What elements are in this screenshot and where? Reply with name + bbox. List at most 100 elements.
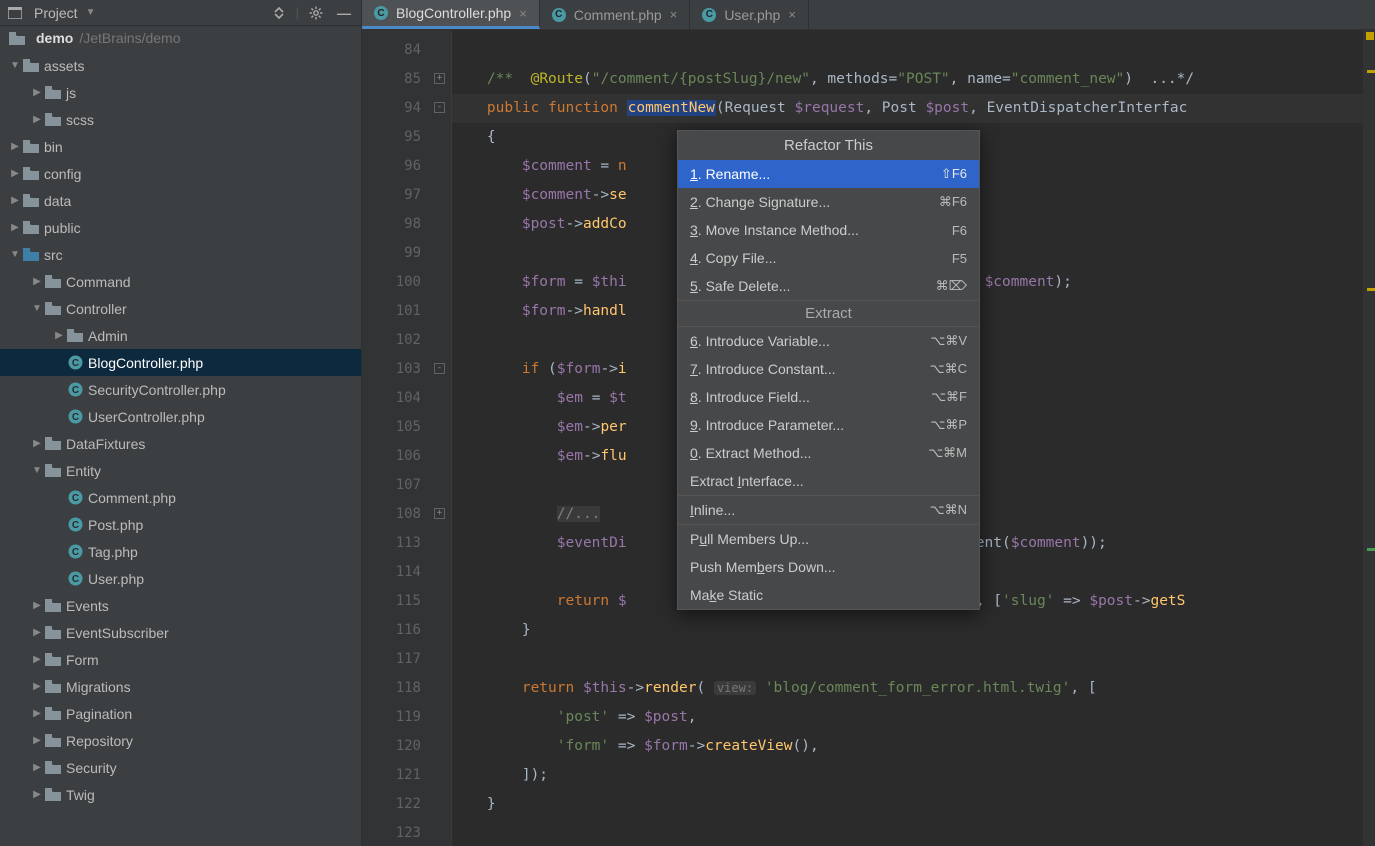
- popup-item[interactable]: 3. Move Instance Method...F6: [678, 216, 979, 244]
- tree-folder[interactable]: Form: [0, 646, 361, 673]
- gutter-line[interactable]: 102: [362, 326, 451, 355]
- gutter-line[interactable]: 101: [362, 297, 451, 326]
- gutter-line[interactable]: 123: [362, 819, 451, 846]
- gutter-line[interactable]: 108+: [362, 500, 451, 529]
- tree-folder[interactable]: data: [0, 187, 361, 214]
- project-tree[interactable]: assetsjsscssbinconfigdatapublicsrcComman…: [0, 50, 361, 846]
- tree-file[interactable]: CComment.php: [0, 484, 361, 511]
- tree-arrow-icon[interactable]: [52, 330, 66, 341]
- tree-arrow-icon[interactable]: [30, 762, 44, 773]
- popup-item[interactable]: 9. Introduce Parameter...⌥⌘P: [678, 411, 979, 439]
- tree-arrow-icon[interactable]: [8, 60, 22, 71]
- tree-arrow-icon[interactable]: [30, 87, 44, 98]
- fold-icon[interactable]: [434, 653, 445, 664]
- tree-arrow-icon[interactable]: [30, 600, 44, 611]
- gutter-line[interactable]: 96: [362, 152, 451, 181]
- strip-mark[interactable]: [1367, 70, 1375, 73]
- code-editor[interactable]: 8485+94-9596979899100101102103-104105106…: [362, 30, 1375, 846]
- popup-item[interactable]: 7. Introduce Constant...⌥⌘C: [678, 355, 979, 383]
- fold-icon[interactable]: +: [434, 73, 445, 84]
- gutter-line[interactable]: 116: [362, 616, 451, 645]
- gutter-line[interactable]: 113: [362, 529, 451, 558]
- editor-tab[interactable]: CBlogController.php×: [362, 0, 540, 29]
- tree-file[interactable]: CUser.php: [0, 565, 361, 592]
- gutter-line[interactable]: 104: [362, 384, 451, 413]
- tree-folder[interactable]: EventSubscriber: [0, 619, 361, 646]
- gutter-line[interactable]: 94-: [362, 94, 451, 123]
- popup-item[interactable]: Inline...⌥⌘N: [678, 496, 979, 524]
- popup-item[interactable]: Push Members Down...: [678, 553, 979, 581]
- popup-item[interactable]: 6. Introduce Variable...⌥⌘V: [678, 327, 979, 355]
- project-panel-title[interactable]: Project: [34, 5, 78, 21]
- fold-icon[interactable]: -: [434, 363, 445, 374]
- gutter-line[interactable]: 120: [362, 732, 451, 761]
- error-strip[interactable]: [1363, 30, 1375, 846]
- tree-file[interactable]: CBlogController.php: [0, 349, 361, 376]
- gutter-line[interactable]: 118: [362, 674, 451, 703]
- fold-icon[interactable]: [434, 682, 445, 693]
- code-line[interactable]: 'form' => $form->createView(),: [452, 732, 1363, 761]
- gutter-line[interactable]: 122: [362, 790, 451, 819]
- tree-folder[interactable]: js: [0, 79, 361, 106]
- popup-item[interactable]: 4. Copy File...F5: [678, 244, 979, 272]
- close-icon[interactable]: ×: [519, 6, 527, 21]
- tree-folder[interactable]: Admin: [0, 322, 361, 349]
- code-line[interactable]: ]);: [452, 761, 1363, 790]
- tree-arrow-icon[interactable]: [30, 681, 44, 692]
- gutter-line[interactable]: 119: [362, 703, 451, 732]
- code-line[interactable]: }: [452, 616, 1363, 645]
- tree-arrow-icon[interactable]: [8, 249, 22, 260]
- gutter-line[interactable]: 106: [362, 442, 451, 471]
- popup-item[interactable]: Extract Interface...: [678, 467, 979, 495]
- tree-folder[interactable]: scss: [0, 106, 361, 133]
- gutter-line[interactable]: 97: [362, 181, 451, 210]
- popup-item[interactable]: 5. Safe Delete...⌘⌦: [678, 272, 979, 300]
- gutter-line[interactable]: 114: [362, 558, 451, 587]
- editor-gutter[interactable]: 8485+94-9596979899100101102103-104105106…: [362, 30, 452, 846]
- tree-arrow-icon[interactable]: [8, 195, 22, 206]
- gutter-line[interactable]: 85+: [362, 65, 451, 94]
- close-icon[interactable]: ×: [788, 7, 796, 22]
- code-line[interactable]: [452, 819, 1363, 846]
- popup-item[interactable]: Make Static: [678, 581, 979, 609]
- code-line[interactable]: [452, 645, 1363, 674]
- tree-folder[interactable]: Command: [0, 268, 361, 295]
- popup-item[interactable]: Pull Members Up...: [678, 525, 979, 553]
- gutter-line[interactable]: 95: [362, 123, 451, 152]
- expand-all-icon[interactable]: [268, 6, 290, 20]
- gutter-line[interactable]: 84: [362, 36, 451, 65]
- strip-mark[interactable]: [1367, 548, 1375, 551]
- gutter-line[interactable]: 115: [362, 587, 451, 616]
- tree-arrow-icon[interactable]: [8, 168, 22, 179]
- gutter-line[interactable]: 105: [362, 413, 451, 442]
- tree-folder[interactable]: Security: [0, 754, 361, 781]
- gutter-line[interactable]: 117: [362, 645, 451, 674]
- popup-item[interactable]: 2. Change Signature...⌘F6: [678, 188, 979, 216]
- gear-icon[interactable]: [305, 6, 327, 20]
- gutter-line[interactable]: 107: [362, 471, 451, 500]
- editor-tab[interactable]: CUser.php×: [690, 0, 809, 29]
- tree-arrow-icon[interactable]: [30, 735, 44, 746]
- gutter-line[interactable]: 99: [362, 239, 451, 268]
- minimize-icon[interactable]: —: [333, 5, 355, 21]
- tree-folder[interactable]: src: [0, 241, 361, 268]
- tree-folder[interactable]: Twig: [0, 781, 361, 808]
- analysis-indicator-icon[interactable]: [1366, 32, 1374, 40]
- tree-folder[interactable]: DataFixtures: [0, 430, 361, 457]
- close-icon[interactable]: ×: [670, 7, 678, 22]
- tree-arrow-icon[interactable]: [30, 708, 44, 719]
- tree-folder[interactable]: assets: [0, 52, 361, 79]
- gutter-line[interactable]: 121: [362, 761, 451, 790]
- code-line[interactable]: /** @Route("/comment/{postSlug}/new", me…: [452, 65, 1363, 94]
- tree-arrow-icon[interactable]: [30, 114, 44, 125]
- chevron-down-icon[interactable]: ▼: [86, 7, 96, 18]
- popup-item[interactable]: 1. Rename...⇧F6: [678, 160, 979, 188]
- gutter-line[interactable]: 98: [362, 210, 451, 239]
- tree-file[interactable]: CPost.php: [0, 511, 361, 538]
- tree-folder[interactable]: config: [0, 160, 361, 187]
- tree-folder[interactable]: Controller: [0, 295, 361, 322]
- popup-item[interactable]: 8. Introduce Field...⌥⌘F: [678, 383, 979, 411]
- tree-arrow-icon[interactable]: [8, 222, 22, 233]
- strip-mark[interactable]: [1367, 288, 1375, 291]
- tree-folder[interactable]: Events: [0, 592, 361, 619]
